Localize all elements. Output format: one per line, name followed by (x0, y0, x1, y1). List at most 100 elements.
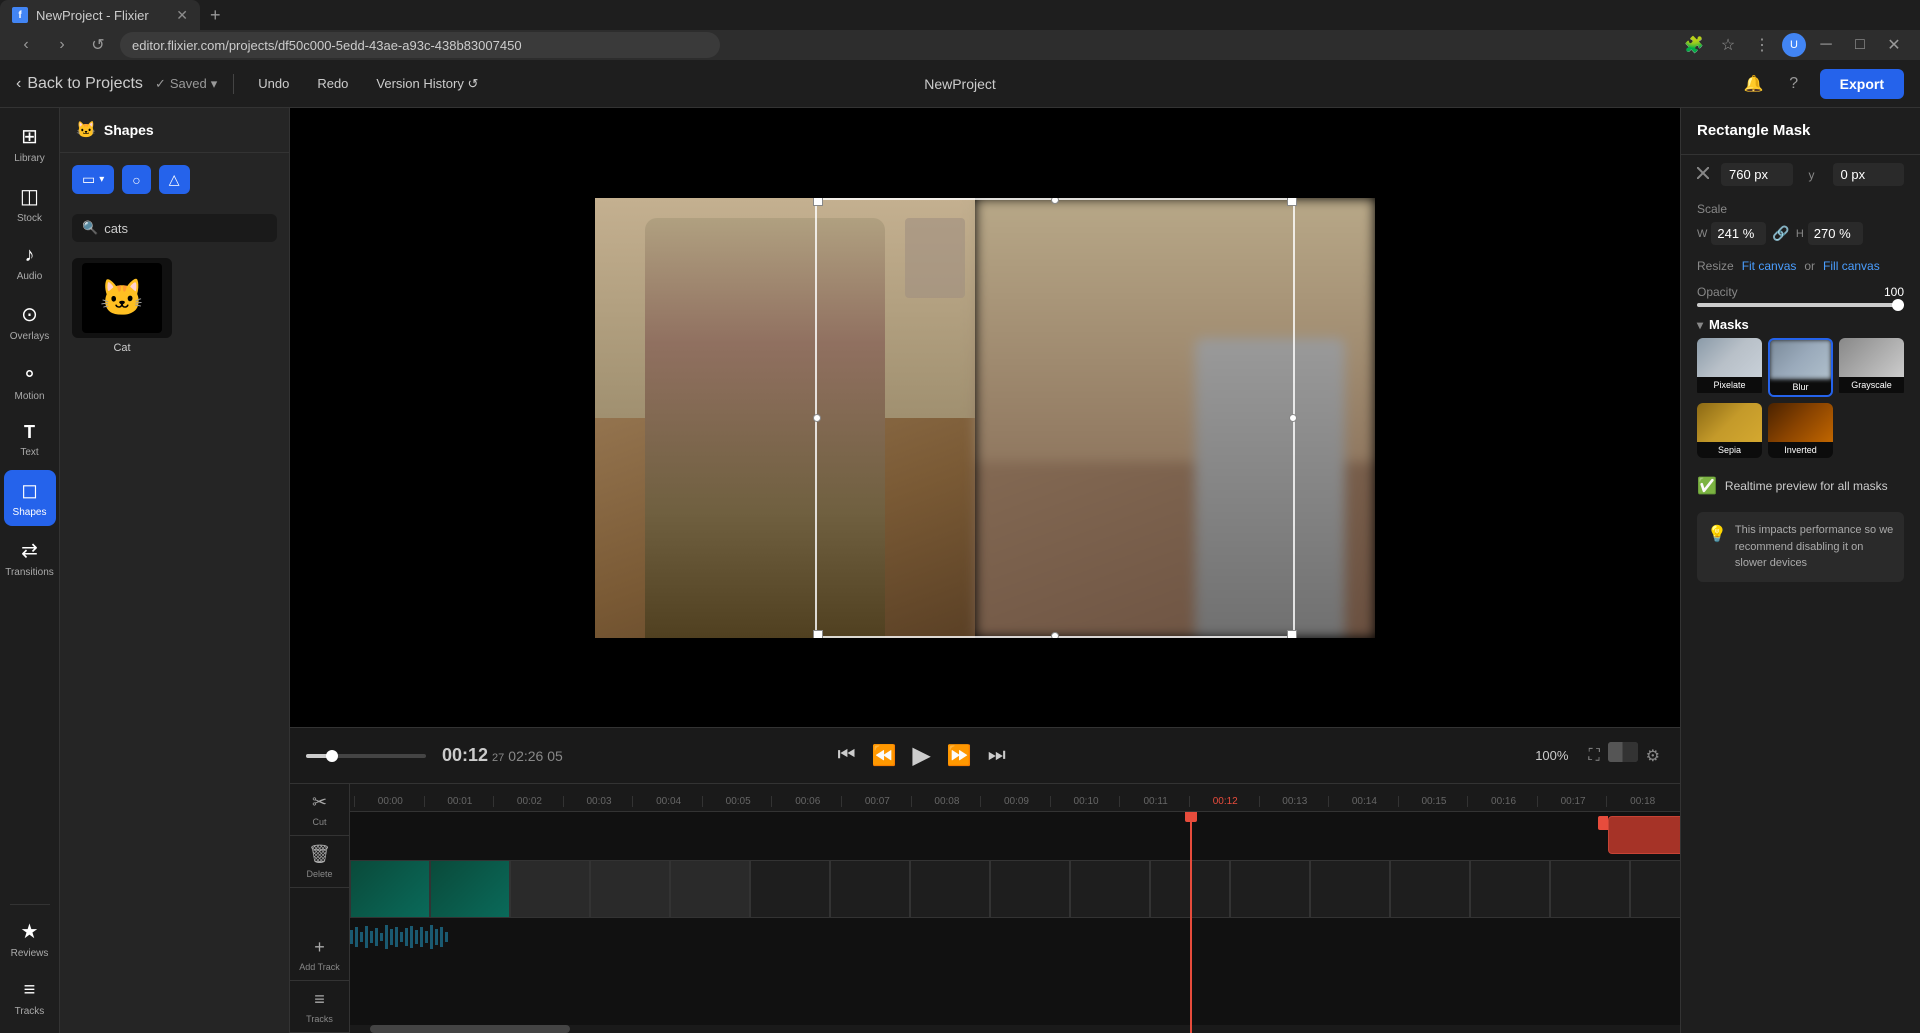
sidebar-item-audio[interactable]: ♪ Audio (4, 236, 56, 290)
mask-label-inverted: Inverted (1768, 442, 1833, 458)
play-button[interactable]: ▶ (908, 737, 934, 774)
redo-button[interactable]: Redo (309, 72, 356, 95)
link-proportions-icon[interactable]: 🔗 (1772, 225, 1789, 242)
bookmark-icon[interactable]: ☆ (1714, 31, 1742, 59)
rewind-button[interactable]: ⏪ (868, 739, 901, 772)
red-overlay-track[interactable] (1608, 816, 1680, 854)
w-value[interactable]: 241 % (1711, 222, 1766, 245)
user-avatar[interactable]: U (1782, 33, 1806, 57)
y-value[interactable]: 0 px (1833, 163, 1905, 186)
nav-forward-button[interactable]: › (48, 31, 76, 59)
fill-canvas-button[interactable]: Fill canvas (1823, 259, 1880, 273)
circle-shape-button[interactable]: ○ (122, 165, 150, 194)
asset-item-cat[interactable]: 🐱 Cat (72, 258, 172, 354)
sidebar-item-overlays[interactable]: ⊙ Overlays (4, 294, 56, 350)
track-thumb-1[interactable] (430, 860, 510, 918)
mask-item-inverted[interactable]: Inverted (1768, 403, 1833, 458)
skip-back-button[interactable]: ⏮ (834, 740, 860, 771)
mask-item-pixelate[interactable]: Pixelate (1697, 338, 1762, 397)
height-scale-field: H 270 % (1796, 222, 1863, 245)
track-thumb-11[interactable] (1230, 860, 1310, 918)
timeline-ruler: 00:00 00:01 00:02 00:03 00:04 00:05 00:0… (350, 784, 1680, 812)
track-thumb-8[interactable] (990, 860, 1070, 918)
browser-tab[interactable]: f NewProject - Flixier ✕ (0, 0, 200, 30)
sidebar-item-reviews[interactable]: ★ Reviews (4, 911, 56, 967)
ruler-marks: 00:00 00:01 00:02 00:03 00:04 00:05 00:0… (350, 796, 1680, 807)
fit-canvas-button[interactable]: Fit canvas (1742, 259, 1797, 273)
new-tab-button[interactable]: + (200, 1, 231, 30)
export-button[interactable]: Export (1820, 69, 1904, 99)
track-thumb-5[interactable] (750, 860, 830, 918)
timeline-tracks[interactable] (350, 812, 1680, 1033)
x-value[interactable]: 760 px (1721, 163, 1793, 186)
track-thumb-16[interactable] (1630, 860, 1680, 918)
h-value[interactable]: 270 % (1808, 222, 1863, 245)
track-thumb-13[interactable] (1390, 860, 1470, 918)
settings-button[interactable]: ⚙ (1642, 742, 1664, 770)
mask-item-sepia[interactable]: Sepia (1697, 403, 1762, 458)
extensions-icon[interactable]: 🧩 (1680, 31, 1708, 59)
rectangle-shape-button[interactable]: ▭ ▾ (72, 165, 114, 194)
progress-thumb[interactable] (326, 750, 338, 762)
undo-button[interactable]: Undo (250, 72, 297, 95)
scrollbar-thumb[interactable] (370, 1025, 570, 1033)
track-thumb-2[interactable] (510, 860, 590, 918)
split-view-button[interactable] (1608, 742, 1638, 762)
opacity-thumb[interactable] (1892, 299, 1904, 311)
nav-refresh-button[interactable]: ↺ (84, 31, 112, 59)
fast-forward-button[interactable]: ⏩ (943, 739, 976, 772)
playhead[interactable] (1190, 812, 1192, 1033)
saved-dropdown-icon[interactable]: ▾ (211, 76, 218, 92)
audio-waveform (350, 922, 1680, 952)
triangle-shape-button[interactable]: △ (159, 165, 190, 194)
sidebar-item-motion[interactable]: ⚬ Motion (4, 354, 56, 410)
fullscreen-button[interactable]: ⛶ (1584, 742, 1603, 770)
search-input[interactable] (104, 221, 267, 236)
skip-forward-button[interactable]: ⏭ (984, 740, 1010, 771)
sidebar-label-overlays: Overlays (10, 331, 49, 342)
sidebar-item-stock[interactable]: ◫ Stock (4, 176, 56, 232)
version-history-button[interactable]: Version History ↺ (368, 72, 486, 96)
cut-button[interactable]: ✂ Cut (290, 784, 349, 836)
red-track-body[interactable] (1608, 816, 1680, 854)
track-thumb-9[interactable] (1070, 860, 1150, 918)
sidebar-item-transitions[interactable]: ⇄ Transitions (4, 530, 56, 586)
project-title: NewProject (924, 76, 996, 92)
right-panel-header: Rectangle Mask (1681, 108, 1920, 155)
track-thumb-14[interactable] (1470, 860, 1550, 918)
mask-item-grayscale[interactable]: Grayscale (1839, 338, 1904, 397)
track-thumb-0[interactable] (350, 860, 430, 918)
help-icon[interactable]: ? (1780, 70, 1808, 98)
app: ‹ Back to Projects ✓ Saved ▾ Undo Redo V… (0, 60, 1920, 1033)
sidebar-item-tracks[interactable]: ≡ Tracks (4, 971, 56, 1025)
track-thumb-15[interactable] (1550, 860, 1630, 918)
search-wrap[interactable]: 🔍 (72, 214, 277, 242)
close-button[interactable]: ✕ (1880, 31, 1908, 59)
track-thumb-6[interactable] (830, 860, 910, 918)
progress-wrap[interactable] (306, 754, 426, 758)
back-to-projects-button[interactable]: ‹ Back to Projects (16, 75, 143, 93)
track-thumb-12[interactable] (1310, 860, 1390, 918)
tracks-bottom-button[interactable]: ≡ Tracks (290, 981, 349, 1033)
track-thumb-3[interactable] (590, 860, 670, 918)
close-tab-button[interactable]: ✕ (176, 7, 188, 24)
track-thumb-4[interactable] (670, 860, 750, 918)
minimize-button[interactable]: ─ (1812, 31, 1840, 59)
sidebar-item-shapes[interactable]: ◻ Shapes (4, 470, 56, 526)
track-thumb-7[interactable] (910, 860, 990, 918)
nav-back-button[interactable]: ‹ (12, 31, 40, 59)
delete-button[interactable]: 🗑 Delete (290, 836, 349, 888)
mask-item-blur[interactable]: Blur (1768, 338, 1833, 397)
opacity-slider[interactable] (1697, 303, 1904, 307)
add-track-button[interactable]: + Add Track (290, 929, 349, 981)
settings-icon[interactable]: ⋮ (1748, 31, 1776, 59)
progress-bar[interactable] (306, 754, 426, 758)
address-input[interactable] (120, 32, 720, 58)
masks-chevron-icon[interactable]: ▾ (1697, 318, 1703, 332)
timeline-scrollbar[interactable] (350, 1025, 1680, 1033)
maximize-button[interactable]: □ (1846, 31, 1874, 59)
shape-buttons-row: ▭ ▾ ○ △ (60, 153, 289, 206)
sidebar-item-library[interactable]: ⊞ Library (4, 116, 56, 172)
notifications-icon[interactable]: 🔔 (1740, 70, 1768, 98)
sidebar-item-text[interactable]: T Text (4, 414, 56, 466)
